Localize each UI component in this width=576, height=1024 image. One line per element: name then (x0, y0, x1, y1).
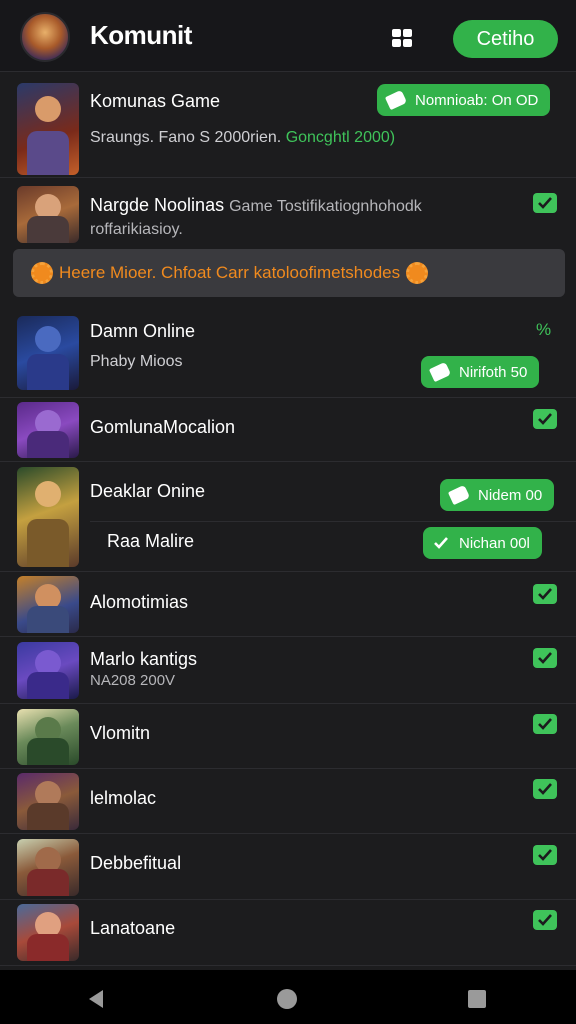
game-thumbnail (17, 316, 79, 390)
check-icon (434, 537, 448, 549)
home-icon[interactable] (277, 989, 297, 1009)
game-thumbnail (17, 576, 79, 633)
app-header: Komunit Cetiho (0, 0, 576, 72)
list-item[interactable]: lelmolac (0, 769, 576, 834)
list-item[interactable]: Debbefitual (0, 834, 576, 900)
item-title: Komunas Game (90, 91, 221, 111)
item-title: Alomotimias (90, 592, 189, 612)
tag-icon (384, 89, 408, 111)
item-title: Nargde Noolinas Game Tostifikatiognhohod… (90, 195, 422, 215)
game-thumbnail (17, 709, 79, 765)
item-title: Marlo kantigs (90, 649, 198, 669)
app-screen: Komunit Cetiho Komunas Game Sraungs. Fan… (0, 0, 576, 970)
game-thumbnail (17, 904, 79, 961)
banner-text: Heere Mioer. Chfoat Carr katoloofimetsho… (59, 263, 401, 282)
tag-icon (447, 484, 471, 506)
item-title: Damn Online (90, 321, 196, 341)
item-subtitle: Phaby Mioos (90, 353, 183, 370)
game-thumbnail (17, 773, 79, 830)
list-item[interactable]: Komunas Game Sraungs. Fano S 2000rien. G… (0, 73, 576, 178)
item-action-button[interactable]: Nichan 00l (423, 527, 542, 559)
list-item[interactable]: GomlunaMocalion (0, 398, 576, 462)
divider (90, 521, 576, 522)
item-subtitle: roffarikiasioy. (90, 221, 183, 238)
check-icon[interactable] (533, 193, 557, 213)
item-subtitle: Sraungs. Fano S 2000rien. Goncghtl 2000) (90, 129, 396, 146)
item-title: Deaklar Onine (90, 481, 206, 501)
gear-icon (406, 262, 429, 284)
list-item[interactable]: Marlo kantigs NA208 200V (0, 637, 576, 704)
game-thumbnail (17, 186, 79, 243)
item-title: Vlomitn (90, 723, 151, 743)
game-thumbnail (17, 642, 79, 699)
list-item[interactable]: Vlomitn (0, 704, 576, 769)
list-item[interactable]: Damn Online Phaby Mioos % Nirifoth 50 (0, 308, 576, 398)
item-title: lelmolac (90, 788, 157, 808)
grid-icon[interactable] (390, 27, 414, 49)
recent-apps-icon[interactable] (468, 990, 486, 1008)
game-thumbnail (17, 402, 79, 458)
item-title: Debbefitual (90, 853, 182, 873)
percent-icon: % (536, 320, 552, 339)
check-icon[interactable] (533, 779, 557, 799)
check-icon[interactable] (533, 845, 557, 865)
check-icon[interactable] (533, 409, 557, 429)
check-icon[interactable] (533, 910, 557, 930)
gear-icon (31, 262, 53, 284)
check-icon[interactable] (533, 648, 557, 668)
list-item[interactable]: Deaklar Onine Nidem 00 Raa Malire Nichan… (0, 462, 576, 572)
tag-icon (428, 361, 452, 383)
game-thumbnail (17, 467, 79, 567)
check-icon[interactable] (533, 714, 557, 734)
game-thumbnail (17, 839, 79, 896)
item-title: GomlunaMocalion (90, 417, 236, 437)
list-item[interactable]: Alomotimias (0, 572, 576, 637)
header-action-button[interactable]: Cetiho (453, 20, 558, 58)
item-subtitle: NA208 200V (90, 672, 176, 689)
game-thumbnail (17, 83, 79, 175)
page-title: Komunit (90, 20, 192, 50)
item-title: Lanatoane (90, 918, 176, 938)
avatar[interactable] (20, 12, 70, 62)
list-item[interactable]: Lanatoane (0, 900, 576, 966)
list-item[interactable]: Nargde Noolinas Game Tostifikatiognhohod… (0, 178, 576, 249)
check-icon[interactable] (533, 584, 557, 604)
item-title: Raa Malire (107, 531, 195, 551)
item-action-button[interactable]: Nomnioab: On OD (377, 84, 551, 116)
alert-banner[interactable]: Heere Mioer. Chfoat Carr katoloofimetsho… (13, 249, 565, 297)
item-action-button[interactable]: Nirifoth 50 (421, 356, 540, 388)
item-action-button[interactable]: Nidem 00 (440, 479, 555, 511)
back-icon[interactable] (89, 990, 103, 1008)
